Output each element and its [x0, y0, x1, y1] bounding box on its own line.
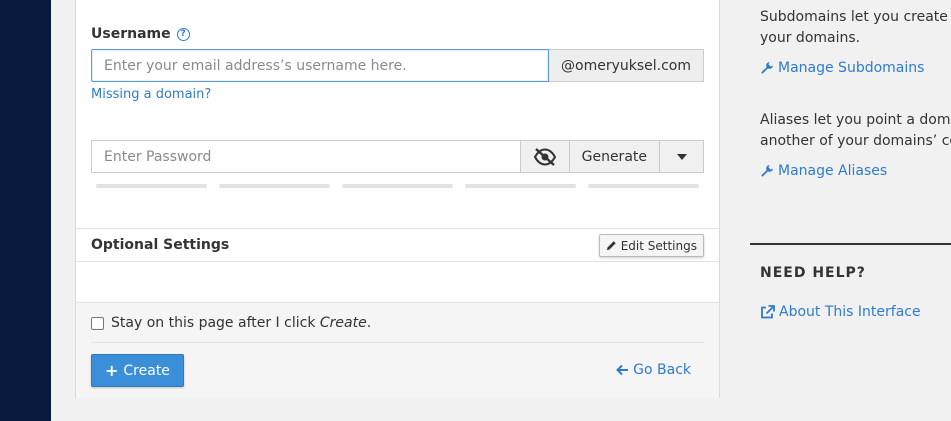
strength-segment [465, 184, 576, 188]
optional-settings-title: Optional Settings [91, 237, 230, 253]
aliases-description: Aliases let you point a domain another o… [760, 112, 951, 149]
caret-down-icon [676, 153, 687, 160]
edit-settings-button[interactable]: Edit Settings [598, 234, 704, 257]
optional-settings-bar: Optional Settings Edit Settings [76, 228, 719, 262]
strength-segment [588, 184, 699, 188]
username-input[interactable] [91, 49, 549, 82]
add-email-panel: Username ? @omeryuksel.com Missing a dom… [75, 0, 720, 398]
create-label: Create [123, 362, 170, 379]
generate-password-button[interactable]: Generate [569, 140, 660, 173]
right-sidebar: Subdomains let you create sub your domai… [750, 0, 951, 421]
arrow-left-icon [616, 364, 629, 376]
wrench-icon [761, 62, 773, 74]
create-button[interactable]: + Create [91, 354, 184, 387]
manage-aliases-link[interactable]: Manage Aliases [760, 163, 887, 179]
plus-icon: + [105, 361, 119, 380]
eye-slash-icon [533, 147, 556, 166]
password-input[interactable] [91, 140, 521, 173]
username-label: Username [91, 26, 171, 42]
left-nav-rail [0, 0, 51, 421]
stay-on-page-text: Stay on this page after I click Create. [111, 315, 372, 331]
username-label-row: Username ? [91, 26, 190, 42]
question-circle-icon[interactable]: ? [176, 27, 190, 41]
strength-segment [96, 184, 207, 188]
username-input-group: @omeryuksel.com [91, 49, 704, 82]
stay-on-page-checkbox[interactable] [91, 316, 104, 330]
go-back-label: Go Back [633, 362, 691, 378]
edit-settings-label: Edit Settings [620, 238, 697, 253]
strength-segment [219, 184, 330, 188]
manage-subdomains-link[interactable]: Manage Subdomains [760, 60, 924, 76]
stay-on-page-row[interactable]: Stay on this page after I click Create. [91, 315, 371, 331]
form-footer: Stay on this page after I click Create. … [76, 302, 719, 398]
domain-suffix: @omeryuksel.com [549, 49, 704, 82]
sidebar-divider [750, 243, 951, 245]
missing-domain-link[interactable]: Missing a domain? [91, 87, 211, 102]
strength-segment [342, 184, 453, 188]
go-back-link[interactable]: Go Back [616, 362, 691, 378]
generate-options-dropdown[interactable] [660, 140, 704, 173]
password-strength-meter [96, 184, 699, 188]
footer-divider [91, 342, 704, 343]
about-interface-link[interactable]: About This Interface [760, 304, 921, 320]
pencil-icon [606, 241, 616, 251]
need-help-heading: NEED HELP? [760, 265, 866, 281]
wrench-icon [761, 165, 773, 177]
toggle-password-visibility-button[interactable] [520, 140, 570, 173]
password-input-group: Generate [91, 140, 704, 173]
external-link-icon [761, 305, 775, 319]
subdomains-description: Subdomains let you create sub your domai… [760, 9, 951, 46]
